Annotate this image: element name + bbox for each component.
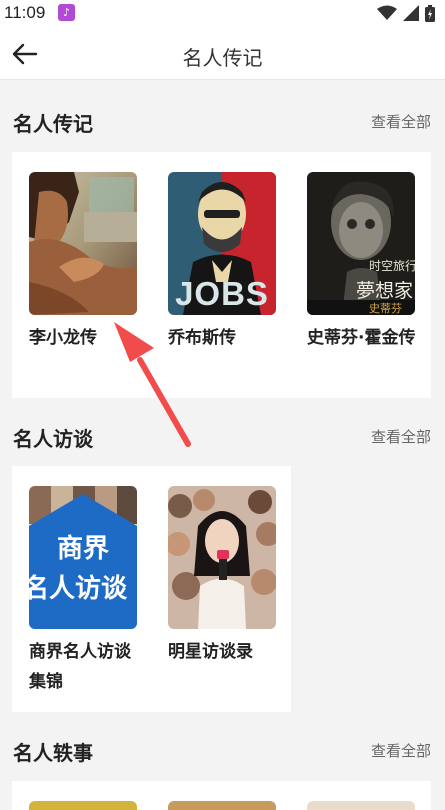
- book-cover: [29, 172, 137, 315]
- section-title: 名人轶事: [13, 741, 93, 765]
- book-title: 乔布斯传: [168, 328, 236, 348]
- svg-text:时空旅行: 时空旅行: [369, 259, 415, 273]
- app-bar: 名人传记: [0, 28, 445, 80]
- view-all-link[interactable]: 查看全部: [371, 740, 431, 761]
- book-item[interactable]: 明星访谈录: [168, 486, 276, 667]
- section-title: 名人访谈: [13, 427, 93, 451]
- page-title: 名人传记: [182, 46, 263, 70]
- wifi-icon: [377, 5, 397, 20]
- signal-icon: [403, 5, 419, 21]
- battery-icon: [425, 4, 435, 22]
- book-item[interactable]: 商界 名人访谈 商界名人访谈集锦: [29, 486, 137, 697]
- book-title: 明星访谈录: [168, 642, 253, 662]
- book-item[interactable]: 史蒂芬 时空旅行 夢想家 史蒂芬·霍金传: [307, 172, 415, 353]
- book-item[interactable]: 李小龙传: [29, 172, 137, 353]
- book-item[interactable]: JOBS 乔布斯传: [168, 172, 276, 353]
- cover-title-line-2: 名人访谈: [29, 574, 128, 604]
- book-card-biographies: 李小龙传 JOBS 乔布斯传 史蒂芬 时空旅行 夢想家 史蒂芬·霍金传: [12, 152, 431, 398]
- view-all-link[interactable]: 查看全部: [371, 111, 431, 132]
- cover-title: 夢想家: [355, 280, 413, 302]
- section-title: 名人传记: [13, 112, 93, 136]
- book-card-anecdotes: [12, 781, 431, 810]
- book-cover: 商界 名人访谈: [29, 486, 137, 629]
- status-time: 11:09: [4, 3, 46, 22]
- book-card-interviews: 商界 名人访谈 商界名人访谈集锦 明星访谈录: [12, 466, 291, 712]
- book-title: 商界名人访谈集锦: [29, 642, 131, 692]
- status-bar: 11:09 ♪: [0, 0, 445, 28]
- book-cover[interactable]: [168, 801, 276, 810]
- book-cover: 史蒂芬 时空旅行 夢想家: [307, 172, 415, 315]
- book-cover[interactable]: [307, 801, 415, 810]
- section-header-interviews: 名人访谈 查看全部: [0, 417, 445, 457]
- book-cover: [168, 486, 276, 629]
- svg-text:史蒂芬: 史蒂芬: [369, 302, 402, 315]
- book-title: 李小龙传: [29, 328, 97, 348]
- view-all-link[interactable]: 查看全部: [371, 426, 431, 447]
- book-cover[interactable]: [29, 801, 137, 810]
- section-header-biographies: 名人传记 查看全部: [0, 102, 445, 142]
- book-cover: JOBS: [168, 172, 276, 315]
- notification-app-icon: ♪: [58, 4, 75, 21]
- status-icons: [377, 4, 435, 22]
- cover-title-line-1: 商界: [56, 534, 109, 564]
- book-title: 史蒂芬·霍金传: [307, 328, 416, 348]
- section-header-anecdotes: 名人轶事 查看全部: [0, 731, 445, 771]
- cover-title: JOBS: [175, 275, 269, 312]
